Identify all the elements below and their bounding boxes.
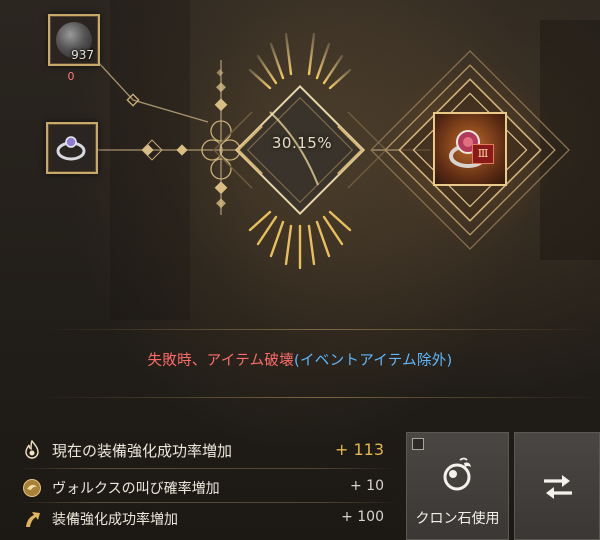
divider-bottom [40, 397, 600, 398]
failure-warning: 失敗時、アイテム破壊(イベントアイテム除外) [0, 349, 600, 370]
bonus-label: 現在の装備強化成功率増加 [52, 442, 233, 460]
bonus-row-volks: ヴォルクスの叫び確率増加 + 10 [18, 474, 398, 502]
material-slot-ring[interactable] [46, 122, 98, 174]
ring-enhanced-icon [449, 130, 487, 168]
bonus-value: + 113 [334, 440, 384, 459]
cron-checkbox[interactable] [412, 438, 424, 450]
bonus-row-enhance: 装備強化成功率増加 + 100 [18, 505, 398, 533]
bonus-row-current: 現在の装備強化成功率増加 + 113 [18, 436, 398, 464]
enhancement-panel: 937 0 Ⅲ 30.15% 失敗時、アイテム破壊(イベントアイテム除外) 現在… [0, 0, 600, 540]
swap-button[interactable] [514, 432, 600, 540]
swap-arrows-icon [544, 475, 572, 499]
warning-text: 失敗時、アイテム破壊 [147, 353, 295, 369]
row-divider [18, 468, 398, 469]
material-slot-stone[interactable]: 937 [48, 14, 100, 66]
success-rate: 30.15% [271, 134, 333, 152]
ring-icon [56, 136, 86, 161]
row-divider [18, 502, 398, 503]
enhance-level-badge: Ⅲ [472, 144, 494, 164]
bonus-value: + 100 [341, 509, 384, 525]
warning-note: (イベントアイテム除外) [294, 353, 453, 369]
cron-button-label: クロン石使用 [415, 511, 500, 527]
use-cron-stone-button[interactable]: クロン石使用 [406, 432, 509, 540]
target-item-slot[interactable]: Ⅲ [433, 112, 507, 186]
divider-top [40, 329, 600, 330]
upgrade-arrow-icon [26, 512, 40, 527]
bonus-label: 装備強化成功率増加 [52, 512, 178, 528]
bonus-value: + 10 [350, 478, 384, 494]
stone-count: 937 [71, 48, 94, 62]
volks-cry-icon [23, 479, 41, 497]
flame-icon [25, 440, 39, 459]
cron-stone-icon [443, 457, 471, 491]
bonus-label: ヴォルクスの叫び確率増加 [52, 481, 220, 497]
stone-required: 0 [67, 70, 75, 83]
